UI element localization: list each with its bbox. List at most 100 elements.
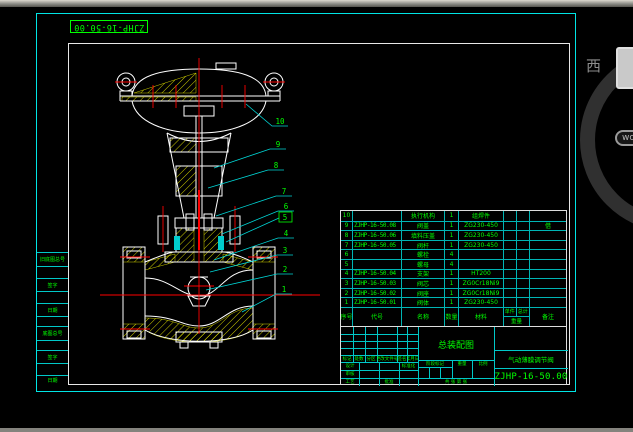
product-name: 气动薄膜调节阀 — [508, 356, 554, 364]
sheet-count-label: 共 张 第 张 — [444, 380, 468, 385]
part-name: 螺栓 — [402, 250, 445, 259]
header-unit-weight: 单件 — [504, 307, 517, 316]
part-code — [353, 259, 402, 269]
part-code: ZJHP-16-50.08 — [353, 221, 402, 231]
header-code: 代号 — [353, 307, 402, 326]
header-note: 备注 — [541, 314, 554, 322]
balloon-7: 7 — [282, 187, 287, 196]
balloon-10: 10 — [275, 117, 285, 126]
part-material: HT200 — [459, 269, 504, 279]
part-no: 1 — [341, 298, 353, 307]
part-qty: 1 — [445, 269, 459, 279]
balloon-5: 5 — [283, 213, 288, 222]
part-code: ZJHP-16-50.03 — [353, 279, 402, 288]
header-no: 序号 — [341, 307, 353, 326]
part-note: 借 — [544, 223, 551, 231]
cad-sheet: 西 wo ZJHP-16-50.00 旧底图总号 签字 日期 底图总号 签字 日… — [0, 0, 633, 432]
drawing-number: ZJHP-16-50.00 — [494, 372, 568, 382]
balloon-6: 6 — [284, 202, 289, 211]
part-no: 6 — [341, 250, 353, 259]
sign-label-design: 设计 — [345, 364, 355, 369]
part-note — [530, 298, 566, 307]
part-total-weight — [517, 279, 530, 288]
part-name: 阀芯 — [402, 279, 445, 288]
scale-label: 比例 — [478, 361, 488, 367]
parts-header-row: 序号 代号 名称 数量 材料 单件 总计 重量 备注 — [341, 306, 566, 326]
part-total-weight — [517, 250, 530, 259]
part-name: 阀体 — [402, 298, 445, 307]
part-material — [459, 250, 504, 259]
part-note — [530, 250, 566, 259]
part-qty: 1 — [445, 240, 459, 250]
table-row: 4 ZJHP-16-50.04 支架 1 HT200 — [341, 268, 566, 279]
part-code: ZJHP-16-50.01 — [353, 298, 402, 307]
part-unit-weight — [504, 221, 517, 231]
table-row: 10 执行机构 1 组焊件 — [341, 211, 566, 221]
sign-label-standard: 标准化 — [401, 364, 416, 369]
sign-label-approve: 批准 — [384, 380, 394, 385]
part-unit-weight — [504, 231, 517, 240]
part-no: 10 — [341, 211, 353, 221]
balloon-numbers: 10 9 8 7 6 5 4 3 2 1 — [274, 117, 293, 294]
part-unit-weight — [504, 269, 517, 279]
part-note — [530, 279, 566, 288]
part-name: 支架 — [402, 269, 445, 279]
part-code — [353, 211, 402, 221]
part-material: ZG230-450 — [459, 221, 504, 231]
title-block: 标记 处数 分区 更改文件号 签名 年月日 设计 审核 工艺 标准化 批准 总装… — [340, 326, 568, 386]
part-code: ZJHP-16-50.04 — [353, 269, 402, 279]
part-unit-weight — [504, 279, 517, 288]
header-qty: 数量 — [445, 307, 459, 326]
part-total-weight — [517, 231, 530, 240]
revision-label: 标记 — [342, 356, 352, 362]
table-row: 5 螺母 4 — [341, 258, 566, 269]
header-weight: 重量 — [510, 319, 522, 326]
part-qty: 1 — [445, 231, 459, 240]
part-no: 4 — [341, 269, 353, 279]
header-weight-group: 单件 总计 重量 — [504, 307, 530, 326]
part-unit-weight — [504, 250, 517, 259]
part-no: 3 — [341, 279, 353, 288]
part-no: 7 — [341, 240, 353, 250]
part-no: 8 — [341, 231, 353, 240]
balloon-9: 9 — [276, 140, 281, 149]
part-name: 阀杆 — [402, 240, 445, 250]
part-unit-weight — [504, 298, 517, 307]
part-no: 9 — [341, 221, 353, 231]
part-qty: 4 — [445, 250, 459, 259]
part-unit-weight — [504, 259, 517, 269]
part-note — [530, 231, 566, 240]
part-qty: 4 — [445, 259, 459, 269]
part-total-weight — [517, 211, 530, 221]
revision-label: 签名 — [397, 356, 407, 362]
part-material: 组焊件 — [459, 211, 504, 221]
part-total-weight — [517, 288, 530, 298]
balloon-4: 4 — [284, 229, 289, 238]
part-no: 2 — [341, 288, 353, 298]
part-note — [530, 260, 566, 269]
part-note — [530, 211, 566, 221]
part-total-weight — [517, 298, 530, 307]
part-qty: 1 — [445, 211, 459, 221]
balloon-1: 1 — [282, 285, 287, 294]
stage-label: 阶段标记 — [426, 361, 444, 367]
part-name: 填料压盖 — [402, 231, 445, 240]
part-unit-weight — [504, 288, 517, 298]
part-code — [353, 250, 402, 259]
table-row: 8 ZJHP-16-50.06 填料压盖 1 ZG230-450 — [341, 230, 566, 240]
header-total-weight: 总计 — [517, 309, 528, 316]
table-row: 1 ZJHP-16-50.01 阀体 1 ZG230-450 — [341, 297, 566, 307]
part-unit-weight — [504, 211, 517, 221]
table-row: 3 ZJHP-16-50.03 阀芯 1 ZG0Cr18Ni9 — [341, 278, 566, 288]
part-note — [530, 241, 566, 250]
table-row: 9 ZJHP-16-50.08 阀盖 1 ZG230-450 借 — [341, 220, 566, 231]
sign-label-check: 审核 — [345, 372, 355, 377]
part-code: ZJHP-16-50.06 — [353, 231, 402, 240]
part-material: ZG230-450 — [459, 240, 504, 250]
leader-lines — [205, 103, 294, 313]
part-name: 阀盖 — [402, 221, 445, 231]
part-material: ZG0Cr18Ni9 — [459, 279, 504, 288]
part-name: 螺母 — [402, 259, 445, 269]
part-qty: 1 — [445, 279, 459, 288]
balloon-2: 2 — [283, 265, 288, 274]
